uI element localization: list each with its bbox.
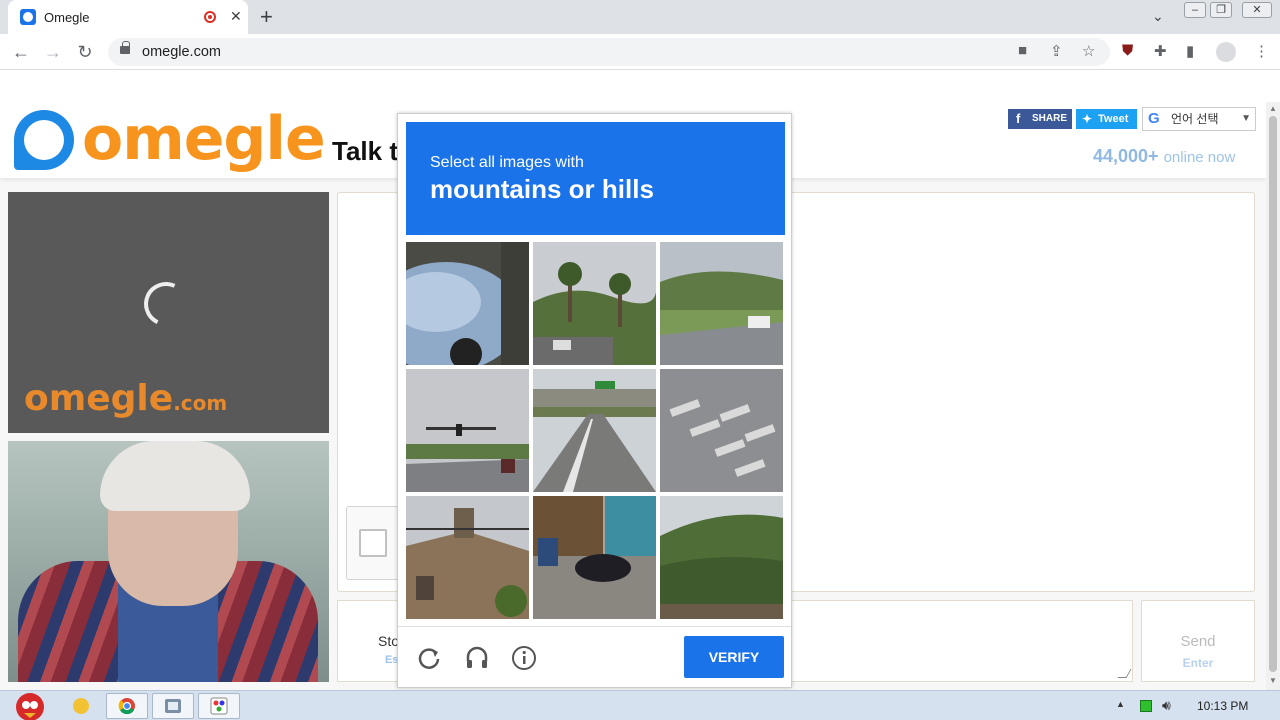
chrome-taskbar-item[interactable] [106,693,148,719]
tab-search-chevron-icon[interactable]: ⌄ [1152,8,1164,25]
tagline: Talk to strangers! [332,136,398,166]
twitter-tweet-button[interactable]: ✦ Tweet [1076,109,1137,129]
app-taskbar-item[interactable] [152,693,194,719]
folder-icon [73,698,89,714]
online-count-number: 44,000+ [1093,146,1159,166]
captcha-tile-6[interactable] [660,369,783,492]
loading-spinner-icon [137,275,195,333]
captcha-tile-4[interactable] [406,369,529,492]
send-label: Send [1180,633,1216,650]
camera-icon[interactable]: ■ [1018,42,1027,59]
minimize-button[interactable]: – [1184,2,1206,18]
restore-button[interactable]: ❐ [1210,2,1232,18]
paint-taskbar-item[interactable] [198,693,240,719]
paint-icon [210,697,228,715]
lock-icon[interactable] [120,41,130,54]
network-tray-icon[interactable] [1140,700,1152,712]
extension-shield-icon[interactable]: ⛊ [1122,42,1133,59]
captcha-tile-3[interactable] [660,242,783,365]
stranger-video: omegle.com [8,192,329,433]
tweet-label: Tweet [1098,113,1129,125]
tab-strip: Omegle ✕ + ⌄ – ❐ ✕ [0,0,1280,34]
reload-challenge-icon[interactable] [416,645,442,671]
tab-omegle[interactable]: Omegle ✕ [8,0,248,34]
language-select[interactable]: G 언어 선택 ▼ [1142,107,1256,131]
scrollbar-thumb[interactable] [1269,116,1277,672]
twitter-bird-icon: ✦ [1082,112,1093,126]
page-scrollbar[interactable]: ▲ ▼ [1266,102,1280,690]
send-hint: Enter [1182,656,1214,670]
verify-button[interactable]: VERIFY [684,636,784,678]
volume-tray-icon[interactable]: 🔊︎ [1162,697,1171,714]
captcha-tile-5[interactable] [533,369,656,492]
start-button[interactable] [6,687,50,720]
video-watermark-text: omegle [24,378,174,419]
chrome-icon [118,698,135,715]
dropdown-arrow-icon: ▼ [1241,113,1251,124]
extensions-puzzle-icon[interactable]: ✚ [1154,42,1167,60]
recaptcha-checkbox[interactable] [359,529,387,557]
resize-grip-icon[interactable] [1117,669,1132,678]
captcha-tile-grid [406,242,785,619]
menu-dots-icon[interactable]: ⋮ [1254,42,1269,60]
recaptcha-challenge: Select all images with mountains or hill… [397,113,792,688]
video-watermark-suffix: .com [173,391,228,415]
url-text[interactable]: omegle.com [142,44,221,60]
captcha-tile-9[interactable] [660,496,783,619]
angry-bird-icon [16,693,44,720]
forward-arrow-icon[interactable]: → [42,41,64,63]
side-panel-icon[interactable]: ▮ [1186,42,1194,60]
google-icon: G [1148,110,1160,127]
browser-toolbar: ← → ↻ omegle.com ■ ⇪ ☆ ⛊ ✚ ▮ ⋮ [0,34,1280,70]
self-video [8,441,329,682]
captcha-instructions: Select all images with mountains or hill… [406,122,785,235]
app-window-icon [165,699,181,713]
omegle-logo-text[interactable]: omegle [82,104,326,174]
info-icon[interactable] [511,645,537,671]
captcha-target-text: mountains or hills [430,174,654,204]
send-button[interactable]: Send Enter [1141,600,1255,682]
captcha-tile-1[interactable] [406,242,529,365]
facebook-share-button[interactable]: f SHARE [1008,109,1072,129]
recording-indicator-icon [204,11,216,23]
back-arrow-icon[interactable]: ← [10,41,32,63]
new-tab-button[interactable]: + [260,4,273,30]
explorer-taskbar-item[interactable] [60,693,102,719]
bookmark-star-icon[interactable]: ☆ [1082,42,1095,60]
captcha-instruction-text: Select all images with [430,154,584,171]
taskbar-clock[interactable]: 10:13 PM [1197,699,1248,713]
captcha-tile-8[interactable] [533,496,656,619]
tab-close-icon[interactable]: ✕ [230,8,242,25]
facebook-share-label: SHARE [1032,113,1068,124]
tray-expand-icon[interactable]: ▲ [1116,699,1125,709]
window-close-button[interactable]: ✕ [1242,2,1272,18]
captcha-tile-2[interactable] [533,242,656,365]
address-bar[interactable]: omegle.com [108,38,1110,66]
share-icon[interactable]: ⇪ [1050,42,1063,60]
omegle-favicon-icon [20,9,36,25]
tab-title: Omegle [44,10,90,25]
scroll-down-icon[interactable]: ▼ [1269,676,1277,685]
windows-taskbar: ▲ 🔊︎ 10:13 PM [0,690,1280,720]
omegle-logo-icon[interactable] [14,110,74,170]
self-video-hair [100,441,250,511]
facebook-icon: f [1016,111,1021,126]
video-watermark: omegle.com [24,378,227,419]
online-count: 44,000+ online now [1093,146,1235,167]
reload-icon[interactable]: ↻ [74,41,96,63]
scroll-up-icon[interactable]: ▲ [1269,104,1277,113]
captcha-tile-7[interactable] [406,496,529,619]
language-select-label: 언어 선택 [1171,112,1219,126]
audio-challenge-icon[interactable] [464,645,490,671]
online-count-label: online now [1163,149,1236,166]
profile-avatar-icon[interactable] [1216,42,1236,62]
captcha-footer: VERIFY [398,626,791,687]
